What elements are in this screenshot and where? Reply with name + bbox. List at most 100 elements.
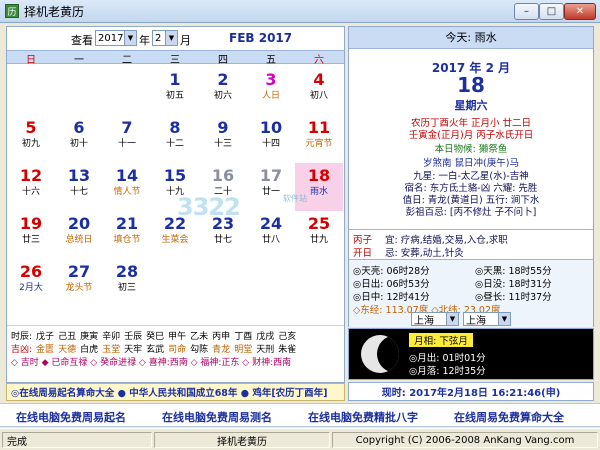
lunar-label: 十三	[213, 139, 232, 149]
moon-icon	[361, 335, 399, 373]
day-number: 10	[259, 118, 283, 137]
day-number: 26	[19, 262, 43, 281]
day-cell-4[interactable]: 4 初八	[295, 67, 343, 115]
link-naming[interactable]: 在线电脑免费周易起名	[16, 409, 126, 425]
chevron-down-icon[interactable]: ▼	[446, 313, 458, 325]
day-cell-12[interactable]: 12 十六	[7, 163, 55, 211]
chevron-down-icon[interactable]: ▼	[498, 313, 510, 325]
day-number: 15	[163, 166, 187, 185]
day-cell-28[interactable]: 28 初三	[103, 259, 151, 307]
luck-item: 玉堂	[102, 345, 121, 355]
lunar-label: 初六	[213, 91, 232, 101]
lunar-label: 十六	[21, 187, 40, 197]
watermark-logo: 3322	[177, 193, 241, 221]
moonrise-time: ◎月出: 01时01分	[409, 353, 486, 364]
lunar-line-2: 壬寅金(正月)月 丙子水氏开日	[408, 130, 534, 141]
month-label: 月	[180, 34, 191, 47]
day-cell-21[interactable]: 21 填仓节	[103, 211, 151, 259]
day-number: 6	[73, 118, 85, 137]
lunar-label: 情人节	[113, 187, 141, 197]
day-number: 8	[169, 118, 181, 137]
weekday-1: 一	[74, 55, 84, 66]
lunar-label: 十一	[117, 139, 136, 149]
lunar-label: 元宵节	[305, 139, 333, 149]
day-cell-9[interactable]: 9 十三	[199, 115, 247, 163]
moonset-time: ◎月落: 12时35分	[409, 366, 486, 377]
luck-item: 白虎	[80, 345, 99, 355]
day-cell-27[interactable]: 27 龙头节	[55, 259, 103, 307]
day-cell-26[interactable]: 26 2月大	[7, 259, 55, 307]
empty-cell	[55, 67, 103, 115]
weekday-header: 日一二三四五六	[7, 50, 344, 66]
chevron-down-icon[interactable]: ▼	[165, 31, 177, 45]
month-select[interactable]: 2 ▼	[152, 30, 178, 46]
lunar-label: 十七	[69, 187, 88, 197]
day-number: 3	[265, 70, 277, 89]
chevron-down-icon[interactable]: ▼	[124, 31, 136, 45]
link-name-test[interactable]: 在线电脑免费周易测名	[162, 409, 272, 425]
day-cell-6[interactable]: 6 初十	[55, 115, 103, 163]
calendar-nav: 查看 2017 ▼ 年 2 ▼ 月 FEB 2017	[7, 27, 344, 49]
status-strip[interactable]: ◎在线周易起名算命大全 ● 中华人民共和国成立68年 ● 鸡年[农历丁酉年]	[6, 383, 345, 401]
calendar-grid: 1 初五 2 初六 3 人日 4 初八 5 初九 6 初十 7 十一 8 十二 9 十三 10 十四 11 元宵节 12 十六…	[7, 67, 344, 307]
day-cell-8[interactable]: 8 十二	[151, 115, 199, 163]
day-number: 2	[217, 70, 229, 89]
yi-ji-section: 丙子 宜: 疗病,结婚,交易,入仓,求职 开日 忌: 安葬,动土,针灸	[349, 229, 593, 259]
minimize-button[interactable]: –	[514, 3, 539, 20]
lunar-label: 总统日	[65, 235, 93, 245]
star-line-4: 彭祖百忌: [丙不修灶 子不问卜]	[405, 207, 537, 218]
close-button[interactable]: ✕	[564, 3, 596, 20]
day-cell-2[interactable]: 2 初六	[199, 67, 247, 115]
lunar-label: 十二	[165, 139, 184, 149]
hour-item: 己亥	[278, 332, 297, 342]
chong-line: 岁煞南 鼠日冲(庚午)马	[423, 158, 519, 169]
ji-text: 忌: 安葬,动土,针灸	[385, 248, 464, 259]
link-fortune[interactable]: 在线周易免费算命大全	[454, 409, 564, 425]
dusk-time: ◎天黑: 18时55分	[475, 266, 552, 277]
day-cell-7[interactable]: 7 十一	[103, 115, 151, 163]
day-cell-11[interactable]: 11 元宵节	[295, 115, 343, 163]
calendar-panel: 查看 2017 ▼ 年 2 ▼ 月 FEB 2017 日一二三四五六 1 初五 2 初…	[6, 26, 345, 383]
day-cell-25[interactable]: 25 廿九	[295, 211, 343, 259]
day-cell-5[interactable]: 5 初九	[7, 115, 55, 163]
day-cell-20[interactable]: 20 总统日	[55, 211, 103, 259]
sunrise-time: ◎日出: 06时53分	[353, 279, 430, 290]
day-number: 14	[115, 166, 139, 185]
maximize-button[interactable]: □	[539, 3, 564, 20]
ji-label: 开日	[353, 248, 373, 259]
empty-cell	[295, 259, 343, 307]
moon-panel: 月相: 下弦月 ◎月出: 01时01分 ◎月落: 12时35分	[348, 328, 594, 380]
lunar-label: 初三	[117, 283, 136, 293]
day-cell-19[interactable]: 19 廿三	[7, 211, 55, 259]
day-cell-3[interactable]: 3 人日	[247, 67, 295, 115]
day-cell-24[interactable]: 24 廿八	[247, 211, 295, 259]
lunar-label: 初五	[165, 91, 184, 101]
app-icon: 历	[5, 4, 19, 18]
empty-cell	[199, 259, 247, 307]
day-cell-10[interactable]: 10 十四	[247, 115, 295, 163]
luck-item: 朱雀	[278, 345, 297, 355]
day-cell-13[interactable]: 13 十七	[55, 163, 103, 211]
month-value: 2	[155, 32, 162, 44]
luck-item: 玄武	[146, 345, 165, 355]
daylength-time: ◎昼长: 11时37分	[475, 292, 552, 303]
lunar-label: 廿七	[213, 235, 232, 245]
weekday-6: 六	[314, 55, 324, 66]
luck-item: 青龙	[212, 345, 231, 355]
day-number: 1	[169, 70, 181, 89]
province-select[interactable]: 上海 ▼	[411, 312, 459, 327]
hour-item: 甲午	[168, 332, 187, 342]
day-cell-1[interactable]: 1 初五	[151, 67, 199, 115]
today-label: 今天: 雨水	[349, 27, 593, 49]
empty-cell	[7, 67, 55, 115]
watermark-sub: 软件站	[283, 194, 307, 203]
lunar-label: 十四	[261, 139, 280, 149]
weekday-label: 星期六	[454, 99, 488, 112]
link-bazi[interactable]: 在线电脑免费精批八字	[308, 409, 418, 425]
year-select[interactable]: 2017 ▼	[95, 30, 137, 46]
day-cell-14[interactable]: 14 情人节	[103, 163, 151, 211]
day-number: 12	[19, 166, 43, 185]
hour-item: 辛卯	[102, 332, 121, 342]
city-select[interactable]: 上海 ▼	[463, 312, 511, 327]
month-title: FEB 2017	[229, 31, 293, 45]
